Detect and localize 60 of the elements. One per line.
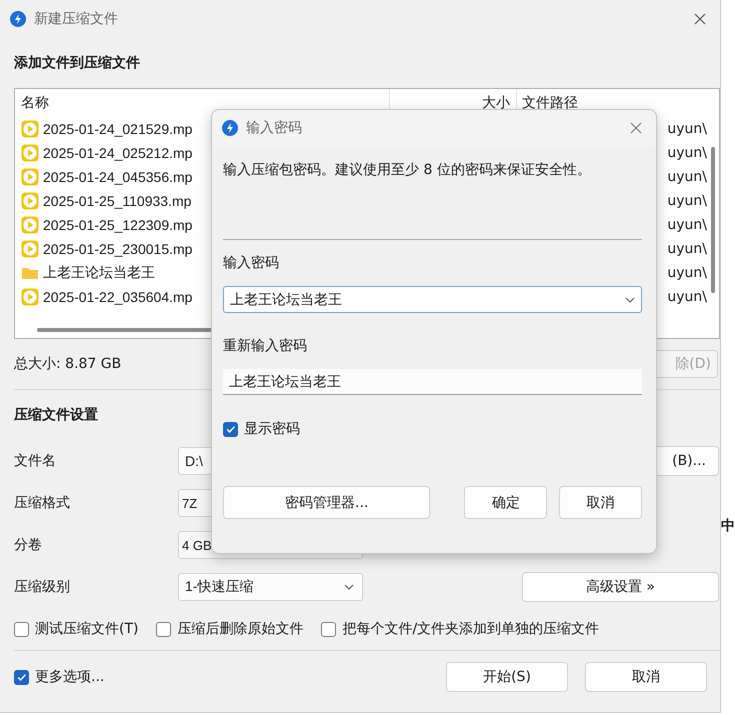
file-path: uyun\ — [667, 121, 707, 137]
column-header[interactable]: 文件路径 — [517, 94, 707, 112]
file-path: uyun\ — [667, 265, 707, 281]
more-options-checkbox[interactable]: 更多选项... — [14, 668, 104, 686]
close-icon[interactable] — [630, 122, 642, 134]
play-icon — [21, 288, 39, 306]
lightning-icon — [222, 120, 238, 136]
field-label: 分卷 — [14, 536, 43, 554]
confirm-password-field[interactable]: 上老王论坛当老王 — [223, 369, 642, 395]
scrollbar-thumb[interactable] — [711, 147, 715, 293]
total-size: 总大小: 8.87 GB — [14, 355, 122, 373]
file-name[interactable]: 2025-01-25_122309.mp — [43, 217, 192, 233]
file-name[interactable]: 2025-01-25_110933.mp — [43, 193, 192, 209]
field-label: 压缩格式 — [14, 494, 71, 512]
desktop-widget-text: 中 — [721, 517, 735, 535]
start-button[interactable]: 开始(S) — [446, 662, 568, 692]
field-label: 重新输入密码 — [223, 337, 308, 356]
cancel-button[interactable]: 取消 — [585, 662, 707, 692]
field-label: 文件名 — [14, 452, 57, 470]
file-path: uyun\ — [667, 241, 707, 257]
chevron-down-icon — [625, 296, 635, 302]
password-manager-button[interactable]: 密码管理器... — [223, 486, 430, 519]
cancel-button[interactable]: 取消 — [559, 486, 642, 519]
file-path: uyun\ — [667, 169, 707, 185]
close-icon[interactable] — [694, 13, 706, 25]
file-path: uyun\ — [667, 289, 707, 305]
file-name[interactable]: 2025-01-24_021529.mp — [43, 121, 192, 137]
password-field[interactable]: 上老王论坛当老王 — [223, 286, 642, 313]
file-name[interactable]: 上老王论坛当老王 — [43, 264, 155, 282]
level-dropdown[interactable]: 1-快速压缩 — [178, 573, 363, 601]
field-label: 压缩级别 — [14, 578, 71, 596]
play-icon — [21, 192, 39, 210]
dialog-title: 输入密码 — [246, 119, 302, 137]
advanced-button[interactable]: 高级设置 » — [522, 572, 719, 602]
lightning-icon — [10, 11, 26, 27]
play-icon — [21, 216, 39, 234]
file-name[interactable]: 2025-01-24_025212.mp — [43, 145, 192, 161]
play-icon — [21, 240, 39, 258]
option-checkbox[interactable]: 压缩后删除原始文件 — [156, 620, 304, 638]
chevron-down-icon — [344, 584, 354, 590]
file-name[interactable]: 2025-01-25_230015.mp — [43, 241, 192, 257]
file-path: uyun\ — [667, 217, 707, 233]
option-checkbox[interactable]: 测试压缩文件(T) — [14, 620, 138, 638]
section-heading: 添加文件到压缩文件 — [14, 54, 141, 73]
file-name[interactable]: 2025-01-22_035604.mp — [43, 289, 192, 305]
file-path: uyun\ — [667, 145, 707, 161]
file-path: uyun\ — [667, 193, 707, 209]
option-checkbox[interactable]: 把每个文件/文件夹添加到单独的压缩文件 — [321, 620, 600, 638]
show-password-checkbox[interactable]: 显示密码 — [223, 419, 642, 439]
play-icon — [21, 120, 39, 138]
ok-button[interactable]: 确定 — [464, 486, 548, 519]
scrollbar-thumb[interactable] — [37, 328, 212, 332]
dialog-message: 输入压缩包密码。建议使用至少 8 位的密码来保证安全性。 — [223, 161, 592, 180]
window-title: 新建压缩文件 — [34, 10, 118, 28]
check-icon — [225, 424, 236, 434]
play-icon — [21, 144, 39, 162]
field-label: 输入密码 — [223, 254, 280, 273]
play-icon — [21, 168, 39, 186]
check-icon — [16, 672, 27, 682]
file-name[interactable]: 2025-01-24_045356.mp — [43, 169, 192, 185]
